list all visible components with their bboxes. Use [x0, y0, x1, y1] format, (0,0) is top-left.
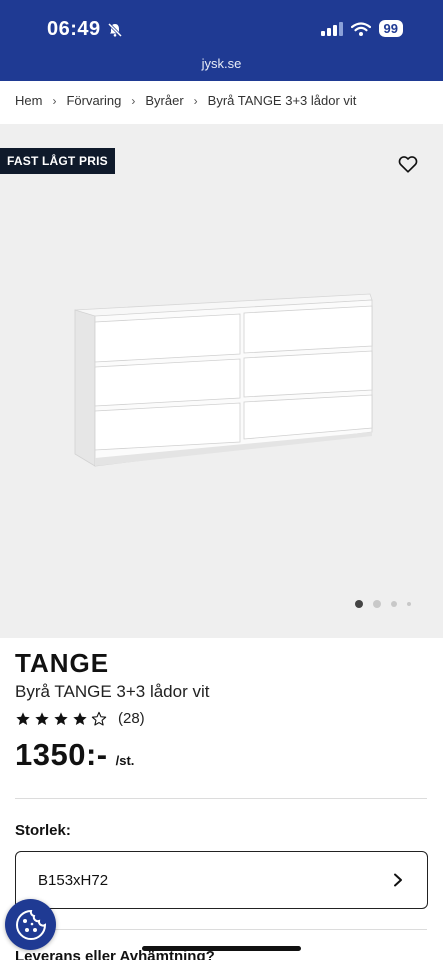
carousel-dot[interactable] [373, 600, 381, 608]
chevron-right-icon: › [52, 93, 57, 108]
cookie-icon [15, 909, 46, 940]
price-unit: /st. [115, 753, 135, 768]
carousel-dot[interactable] [407, 602, 411, 606]
status-time: 06:49 [47, 18, 123, 41]
breadcrumb-current[interactable]: Byrå TANGE 3+3 lådor vit [208, 93, 357, 108]
size-label: Storlek: [15, 822, 71, 839]
size-value: B153xH72 [38, 871, 109, 889]
breadcrumb-dressers[interactable]: Byråer [145, 93, 183, 108]
divider [15, 929, 427, 930]
breadcrumb-home[interactable]: Hem [15, 93, 42, 108]
product-rating[interactable]: (28) [15, 710, 145, 727]
chevron-right-icon: › [193, 93, 198, 108]
signal-icon [320, 21, 343, 36]
heart-icon[interactable] [397, 153, 419, 175]
product-image-carousel[interactable]: FAST LÅGT PRIS [0, 124, 443, 638]
star-icon [35, 711, 49, 725]
star-icon [73, 711, 87, 725]
browser-status-bar: 06:49 99 jysk.se [0, 0, 443, 81]
product-price: 1350:- /st. [15, 737, 134, 773]
star-icon [16, 711, 30, 725]
price-badge: FAST LÅGT PRIS [0, 148, 115, 174]
status-icons: 99 [320, 20, 403, 37]
address-bar-url[interactable]: jysk.se [0, 56, 443, 71]
product-subtitle: Byrå TANGE 3+3 lådor vit [15, 682, 210, 701]
bell-slash-icon [107, 22, 122, 37]
home-indicator[interactable] [142, 946, 301, 951]
price-value: 1350:- [15, 737, 108, 772]
carousel-dots [355, 600, 411, 608]
breadcrumb-storage[interactable]: Förvaring [66, 93, 121, 108]
cookie-settings-button[interactable] [5, 899, 56, 950]
divider [15, 798, 427, 799]
carousel-dot[interactable] [355, 600, 363, 608]
chevron-right-icon: › [131, 93, 136, 108]
chevron-right-icon [394, 873, 402, 887]
star-icon [54, 711, 68, 725]
clock: 06:49 [47, 18, 101, 40]
carousel-dot[interactable] [391, 601, 397, 607]
size-selector[interactable]: B153xH72 [15, 851, 428, 909]
wifi-icon [350, 21, 371, 36]
battery-indicator: 99 [378, 20, 403, 37]
review-count[interactable]: (28) [118, 710, 145, 727]
breadcrumb: Hem › Förvaring › Byråer › Byrå TANGE 3+… [15, 93, 356, 108]
product-title: TANGE [15, 648, 110, 678]
product-photo-dresser [74, 293, 373, 467]
star-outline-icon [91, 711, 107, 726]
